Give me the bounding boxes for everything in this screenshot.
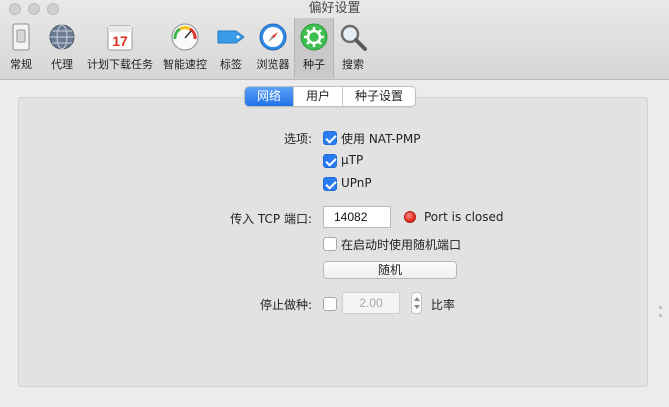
port-status-dot [404,211,416,223]
speedometer-icon [171,23,199,51]
toolbar-general[interactable]: 常规 [4,20,38,72]
ratio-stepper[interactable] [411,292,422,314]
ratio-unit-label: 比率 [431,298,456,312]
stop-seeding-label: 停止做种: [259,298,312,312]
utp-checkbox[interactable] [323,154,337,168]
general-switch-icon [12,23,30,51]
upnp-label: UPnP [341,176,372,190]
toolbar-proxy[interactable]: 代理 [44,20,80,72]
random-port-on-start-checkbox[interactable] [323,237,337,251]
stepper-down-icon[interactable] [414,305,420,309]
toolbar-search[interactable]: 搜索 [336,20,370,72]
tab-network[interactable]: 网络 [245,87,294,106]
utp-label: µTP [341,153,364,167]
toolbar-tags[interactable]: 标签 [214,20,248,72]
upnp-checkbox[interactable] [323,177,337,191]
preferences-window: 偏好设置 常规 代理 17 计划下载任务 智能速控 标签 浏览器 种子 搜索 网… [0,0,669,407]
calendar-icon: 17 [107,25,133,51]
title-toolbar: 偏好设置 常规 代理 17 计划下载任务 智能速控 标签 浏览器 种子 搜索 [0,0,669,80]
tab-user[interactable]: 用户 [293,87,342,106]
calendar-day: 17 [112,33,128,49]
stepper-up-icon[interactable] [414,297,420,301]
tag-icon [217,30,245,44]
toolbar-speed[interactable]: 智能速控 [160,20,210,72]
window-title: 偏好设置 [308,1,361,16]
resize-indicator-icon [659,314,662,317]
globe-icon [49,24,75,50]
random-port-button[interactable]: 随机 [323,261,457,279]
magnifier-icon [340,24,367,51]
toolbar-torrents[interactable]: 种子 [294,18,334,78]
random-port-on-start-label: 在启动时使用随机端口 [341,238,462,252]
tcp-port-label: 传入 TCP 端口: [230,212,312,226]
nat-pmp-checkbox[interactable] [323,131,337,145]
toolbar-browser[interactable]: 浏览器 [252,20,294,72]
port-status-text: Port is closed [424,210,504,224]
stop-seeding-checkbox[interactable] [323,297,337,311]
gear-icon [300,23,328,51]
options-label: 选项: [283,132,312,146]
compass-icon [259,23,287,51]
toolbar-schedule[interactable]: 17 计划下载任务 [84,20,156,72]
ratio-input[interactable] [342,292,400,314]
resize-indicator-icon [659,306,662,309]
tab-torrent-settings[interactable]: 种子设置 [342,87,415,106]
nat-pmp-label: 使用 NAT-PMP [341,132,421,146]
settings-tabs: 网络 用户 种子设置 [244,86,417,107]
tcp-port-input[interactable] [323,206,391,228]
